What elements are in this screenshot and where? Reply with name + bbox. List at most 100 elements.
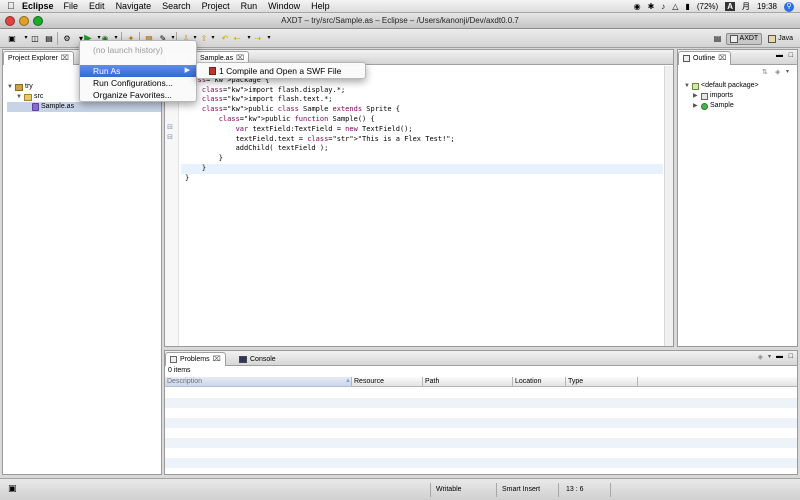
spotlight-icon[interactable]: ⚲ bbox=[784, 1, 794, 12]
project-explorer-panel: Project Explorer ⌧ ▼ try ▼ src Sample.as bbox=[2, 49, 162, 475]
menu-item-run-as-label: Run As bbox=[93, 66, 121, 76]
outline-item-sample[interactable]: ▶ Sample bbox=[684, 101, 796, 111]
perspective-axdt-label: AXDT bbox=[739, 35, 759, 42]
menu-item-run-as[interactable]: Run As ▶ bbox=[80, 65, 196, 77]
code-line[interactable]: } bbox=[181, 154, 663, 164]
collapse-triangle-icon[interactable]: ▶ bbox=[693, 101, 699, 111]
outline-item-imports[interactable]: ▶ imports bbox=[684, 91, 796, 101]
debug-icon[interactable]: ⚙ bbox=[61, 32, 73, 45]
problems-tabstrip: Problems ⌧ Console ◈ ▾ ▬ □ bbox=[165, 351, 797, 366]
menu-navigate[interactable]: Navigate bbox=[116, 1, 152, 11]
sort-icon[interactable]: ⇅ bbox=[762, 68, 768, 76]
code-line[interactable]: addChild( textField ); bbox=[181, 144, 663, 154]
volume-icon[interactable]: ♪ bbox=[661, 2, 665, 11]
editor-scrollbar[interactable] bbox=[664, 66, 673, 346]
column-type[interactable]: Type bbox=[568, 378, 583, 385]
forward-dropdown-icon[interactable]: ▾ bbox=[263, 32, 275, 45]
menu-edit[interactable]: Edit bbox=[89, 1, 105, 11]
code-line[interactable]: textField.text = class="str">"This is a … bbox=[181, 135, 663, 145]
menubar-date: 月 bbox=[741, 2, 750, 11]
outline-item-default-package[interactable]: ▼ <default package> bbox=[684, 81, 796, 91]
editor-gutter: ⊟ ⊟ ⊟ bbox=[165, 66, 179, 346]
menubar-clock[interactable]: 19:38 bbox=[757, 2, 777, 11]
menu-window[interactable]: Window bbox=[268, 1, 300, 11]
view-menu-icon[interactable]: ▾ bbox=[768, 353, 771, 360]
filter-icon[interactable]: ◈ bbox=[758, 353, 763, 361]
code-line[interactable]: class="kw">import flash.text.*; bbox=[181, 95, 663, 105]
column-path[interactable]: Path bbox=[425, 378, 439, 385]
fold-toggle-icon[interactable]: ⊟ bbox=[166, 124, 174, 132]
menu-project[interactable]: Project bbox=[202, 1, 230, 11]
minimize-view-icon[interactable]: ▬ bbox=[776, 353, 783, 360]
code-line[interactable]: } bbox=[181, 174, 663, 184]
project-icon bbox=[15, 83, 23, 91]
menu-help[interactable]: Help bbox=[311, 1, 330, 11]
problems-count: 0 items bbox=[168, 367, 191, 374]
back-icon[interactable]: ↶ bbox=[219, 32, 231, 45]
code-area[interactable]: class="kw">package { class="kw">import f… bbox=[181, 66, 663, 346]
menu-run[interactable]: Run bbox=[241, 1, 258, 11]
close-tab-icon[interactable]: ⌧ bbox=[61, 52, 69, 65]
perspective-java-label: Java bbox=[778, 35, 793, 42]
open-perspective-icon[interactable]: ▤ bbox=[712, 32, 724, 45]
apple-icon[interactable]:  bbox=[0, 1, 22, 12]
bluetooth-icon[interactable]: ✱ bbox=[648, 2, 655, 11]
tab-problems[interactable]: Problems ⌧ bbox=[165, 352, 226, 366]
menu-item-compile-open-swf[interactable]: 1 Compile and Open a SWF File bbox=[197, 65, 365, 77]
tab-console[interactable]: Console bbox=[235, 352, 280, 366]
perspective-java[interactable]: Java bbox=[764, 33, 797, 45]
menu-item-run-configurations[interactable]: Run Configurations... bbox=[80, 77, 196, 89]
back-dropdown-icon[interactable]: ⇠ bbox=[231, 32, 243, 45]
prev-annotation-dropdown-icon[interactable]: ▾ bbox=[207, 32, 219, 45]
minimize-view-icon[interactable]: ▬ bbox=[776, 52, 783, 59]
code-line[interactable]: class="kw">public class Sample extends S… bbox=[181, 105, 663, 115]
outline-tree: ▼ <default package> ▶ imports ▶ Sample bbox=[684, 81, 796, 111]
close-tab-icon[interactable]: ⌧ bbox=[213, 353, 221, 366]
column-resource[interactable]: Resource bbox=[354, 378, 384, 385]
tab-project-explorer-label: Project Explorer bbox=[8, 55, 58, 62]
tree-item-label: src bbox=[34, 93, 44, 100]
spotlight-like-icon[interactable]: ◉ bbox=[634, 2, 641, 11]
print-icon[interactable]: ▤ bbox=[43, 32, 55, 45]
close-tab-icon[interactable]: ⌧ bbox=[718, 52, 726, 65]
filter-icon[interactable]: ◈ bbox=[775, 68, 780, 76]
tree-item-label: Sample.as bbox=[41, 103, 75, 110]
battery-icon[interactable]: ▮ bbox=[685, 2, 689, 11]
collapse-triangle-icon[interactable]: ▶ bbox=[693, 91, 699, 101]
package-icon bbox=[692, 82, 699, 90]
editor-panel: Sample.as ⌧ ⊟ ⊟ ⊟ class="kw">package { c… bbox=[164, 49, 674, 347]
mac-menubar:  Eclipse File Edit Navigate Search Proj… bbox=[0, 0, 800, 13]
expand-triangle-icon[interactable]: ▼ bbox=[16, 92, 22, 102]
column-location[interactable]: Location bbox=[515, 378, 541, 385]
expand-triangle-icon[interactable]: ▼ bbox=[684, 81, 690, 91]
view-menu-icon[interactable]: ▾ bbox=[786, 68, 789, 75]
code-line[interactable]: class="kw">import flash.display.*; bbox=[181, 86, 663, 96]
input-method-indicator[interactable]: A bbox=[725, 2, 735, 11]
fold-toggle-icon[interactable]: ⊟ bbox=[166, 134, 174, 142]
tree-item-sample-as[interactable]: Sample.as bbox=[7, 102, 161, 112]
outline-item-label: <default package> bbox=[701, 82, 759, 89]
maximize-view-icon[interactable]: □ bbox=[789, 353, 793, 360]
maximize-view-icon[interactable]: □ bbox=[789, 52, 793, 59]
status-cursor-position: 13 : 6 bbox=[566, 486, 584, 493]
code-line[interactable]: var textField:TextField = new TextField(… bbox=[181, 125, 663, 135]
tab-outline[interactable]: Outline ⌧ bbox=[678, 51, 732, 65]
tab-project-explorer[interactable]: Project Explorer ⌧ bbox=[3, 51, 74, 65]
menubar-app-name[interactable]: Eclipse bbox=[22, 1, 54, 11]
outline-item-label: Sample bbox=[710, 102, 734, 109]
outline-item-label: imports bbox=[710, 92, 733, 99]
save-icon[interactable]: ◫ bbox=[29, 32, 41, 45]
outline-panel: Outline ⌧ ▬ □ ⇅ ◈ ▾ ▼ <default package> … bbox=[677, 49, 798, 347]
wifi-icon[interactable]: △ bbox=[672, 2, 678, 11]
new-icon[interactable]: ▣ bbox=[6, 32, 18, 45]
menu-search[interactable]: Search bbox=[162, 1, 191, 11]
expand-triangle-icon[interactable]: ▼ bbox=[7, 82, 13, 92]
tab-outline-label: Outline bbox=[693, 55, 716, 62]
status-insert-mode: Smart Insert bbox=[502, 486, 541, 493]
fast-view-icon[interactable]: ▣ bbox=[8, 483, 17, 494]
code-line[interactable]: } bbox=[181, 163, 663, 174]
perspective-axdt[interactable]: AXDT bbox=[725, 32, 763, 45]
menu-item-organize-favorites[interactable]: Organize Favorites... bbox=[80, 89, 196, 101]
code-line[interactable]: class="kw">public function Sample() { bbox=[181, 115, 663, 125]
menu-file[interactable]: File bbox=[64, 1, 79, 11]
